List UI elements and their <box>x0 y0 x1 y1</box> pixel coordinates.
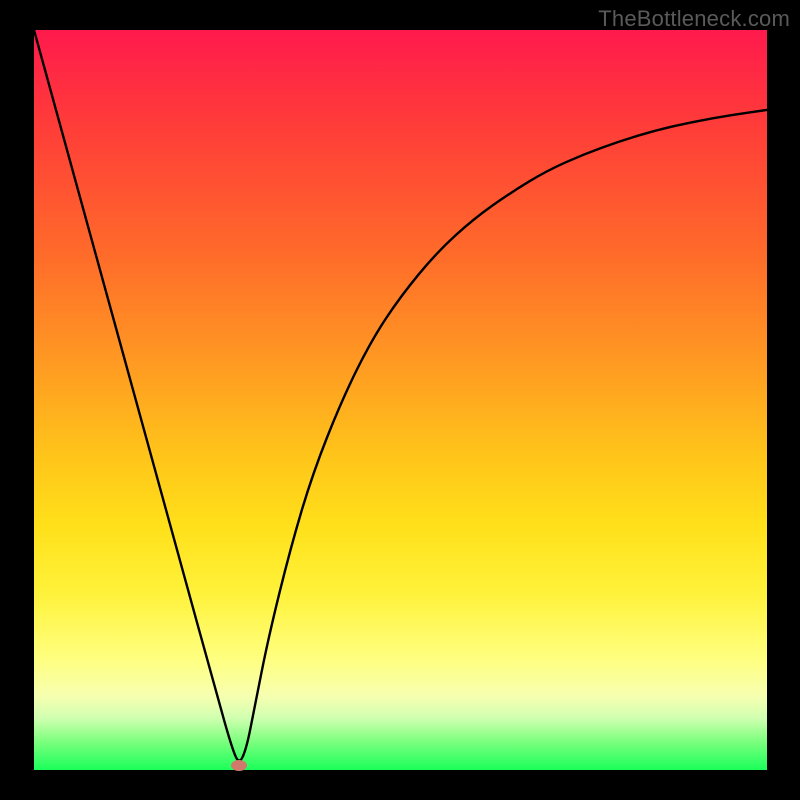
min-marker <box>231 760 247 771</box>
figure-frame: TheBottleneck.com <box>0 0 800 800</box>
plot-area <box>34 30 767 770</box>
watermark-text: TheBottleneck.com <box>598 6 790 32</box>
bottleneck-curve <box>34 30 767 770</box>
curve-path <box>34 30 767 761</box>
